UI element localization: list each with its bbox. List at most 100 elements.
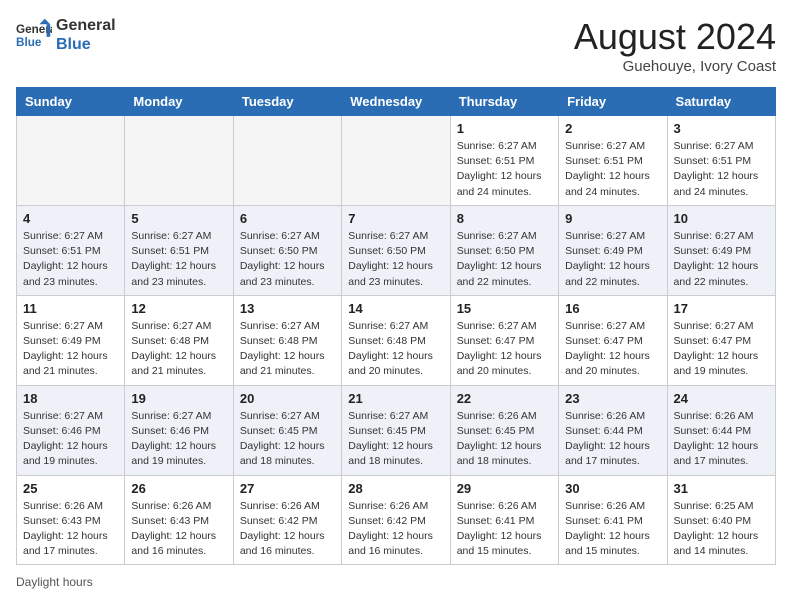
location: Guehouye, Ivory Coast: [574, 58, 776, 75]
calendar-cell: 21 Sunrise: 6:27 AMSunset: 6:45 PMDayligh…: [342, 385, 450, 475]
calendar-cell: 25Sunrise: 6:26 AMSunset: 6:43 PMDayligh…: [17, 475, 125, 565]
day-number: 23: [565, 391, 660, 406]
day-number: 12: [131, 301, 226, 316]
calendar-cell: 10 Sunrise: 6:27 AMSunset: 6:49 PMDayligh…: [667, 205, 775, 295]
calendar-cell: 27 Sunrise: 6:26 AMSunset: 6:42 PMDayligh…: [233, 475, 341, 565]
day-info: Sunrise: 6:27 AMSunset: 6:49 PMDaylight:…: [674, 229, 769, 290]
day-info: Sunrise: 6:27 AMSunset: 6:51 PMDaylight:…: [565, 139, 660, 200]
day-header-saturday: Saturday: [667, 88, 775, 116]
day-info: Sunrise: 6:26 AMSunset: 6:44 PMDaylight:…: [565, 409, 660, 470]
day-info: Sunrise: 6:25 AMSunset: 6:40 PMDaylight:…: [674, 499, 769, 560]
calendar-cell: 11Sunrise: 6:27 AMSunset: 6:49 PMDayligh…: [17, 295, 125, 385]
header: General Blue General Blue August 2024 Gu…: [16, 16, 776, 75]
day-number: 6: [240, 211, 335, 226]
calendar-cell: 16Sunrise: 6:27 AMSunset: 6:47 PMDayligh…: [559, 295, 667, 385]
day-header-thursday: Thursday: [450, 88, 558, 116]
day-info: Sunrise: 6:27 AMSunset: 6:50 PMDaylight:…: [348, 229, 443, 290]
day-info: Sunrise: 6:26 AMSunset: 6:41 PMDaylight:…: [565, 499, 660, 560]
day-info: Sunrise: 6:27 AMSunset: 6:49 PMDaylight:…: [565, 229, 660, 290]
day-number: 14: [348, 301, 443, 316]
day-info: Sunrise: 6:27 AMSunset: 6:45 PMDaylight:…: [348, 409, 443, 470]
day-info: Sunrise: 6:26 AMSunset: 6:44 PMDaylight:…: [674, 409, 769, 470]
day-info: Sunrise: 6:27 AMSunset: 6:50 PMDaylight:…: [240, 229, 335, 290]
calendar-cell: 17 Sunrise: 6:27 AMSunset: 6:47 PMDayligh…: [667, 295, 775, 385]
day-number: 4: [23, 211, 118, 226]
calendar-header-row: SundayMondayTuesdayWednesdayThursdayFrid…: [17, 88, 776, 116]
logo-icon: General Blue: [16, 17, 52, 53]
calendar-cell: 26Sunrise: 6:26 AMSunset: 6:43 PMDayligh…: [125, 475, 233, 565]
day-header-wednesday: Wednesday: [342, 88, 450, 116]
calendar-cell: 24Sunrise: 6:26 AMSunset: 6:44 PMDayligh…: [667, 385, 775, 475]
day-header-sunday: Sunday: [17, 88, 125, 116]
day-number: 19: [131, 391, 226, 406]
calendar: SundayMondayTuesdayWednesdayThursdayFrid…: [16, 87, 776, 565]
calendar-cell: 4 Sunrise: 6:27 AMSunset: 6:51 PMDaylight…: [17, 205, 125, 295]
logo-blue: Blue: [56, 35, 116, 54]
day-number: 5: [131, 211, 226, 226]
day-number: 1: [457, 121, 552, 136]
day-number: 2: [565, 121, 660, 136]
day-number: 31: [674, 481, 769, 496]
day-number: 3: [674, 121, 769, 136]
day-number: 22: [457, 391, 552, 406]
logo: General Blue General Blue: [16, 16, 116, 54]
day-number: 29: [457, 481, 552, 496]
day-number: 7: [348, 211, 443, 226]
day-info: Sunrise: 6:26 AMSunset: 6:43 PMDaylight:…: [131, 499, 226, 560]
day-info: Sunrise: 6:26 AMSunset: 6:42 PMDaylight:…: [348, 499, 443, 560]
day-info: Sunrise: 6:27 AMSunset: 6:47 PMDaylight:…: [674, 319, 769, 380]
calendar-cell: 28Sunrise: 6:26 AMSunset: 6:42 PMDayligh…: [342, 475, 450, 565]
calendar-cell: 1 Sunrise: 6:27 AMSunset: 6:51 PMDaylight…: [450, 116, 558, 206]
week-row-2: 4 Sunrise: 6:27 AMSunset: 6:51 PMDaylight…: [17, 205, 776, 295]
day-number: 27: [240, 481, 335, 496]
calendar-cell: 12 Sunrise: 6:27 AMSunset: 6:48 PMDayligh…: [125, 295, 233, 385]
calendar-cell: 2 Sunrise: 6:27 AMSunset: 6:51 PMDaylight…: [559, 116, 667, 206]
day-number: 15: [457, 301, 552, 316]
day-info: Sunrise: 6:27 AMSunset: 6:50 PMDaylight:…: [457, 229, 552, 290]
day-header-tuesday: Tuesday: [233, 88, 341, 116]
calendar-cell: 14 Sunrise: 6:27 AMSunset: 6:48 PMDayligh…: [342, 295, 450, 385]
calendar-cell: 23 Sunrise: 6:26 AMSunset: 6:44 PMDayligh…: [559, 385, 667, 475]
day-header-monday: Monday: [125, 88, 233, 116]
day-info: Sunrise: 6:26 AMSunset: 6:41 PMDaylight:…: [457, 499, 552, 560]
calendar-cell: 3 Sunrise: 6:27 AMSunset: 6:51 PMDaylight…: [667, 116, 775, 206]
day-info: Sunrise: 6:27 AMSunset: 6:47 PMDaylight:…: [457, 319, 552, 380]
calendar-cell: 18 Sunrise: 6:27 AMSunset: 6:46 PMDayligh…: [17, 385, 125, 475]
day-info: Sunrise: 6:26 AMSunset: 6:42 PMDaylight:…: [240, 499, 335, 560]
day-info: Sunrise: 6:26 AMSunset: 6:45 PMDaylight:…: [457, 409, 552, 470]
calendar-cell: 22 Sunrise: 6:26 AMSunset: 6:45 PMDayligh…: [450, 385, 558, 475]
calendar-cell: 29 Sunrise: 6:26 AMSunset: 6:41 PMDayligh…: [450, 475, 558, 565]
day-number: 21: [348, 391, 443, 406]
calendar-cell: 20 Sunrise: 6:27 AMSunset: 6:45 PMDayligh…: [233, 385, 341, 475]
day-info: Sunrise: 6:27 AMSunset: 6:48 PMDaylight:…: [348, 319, 443, 380]
calendar-cell: 31 Sunrise: 6:25 AMSunset: 6:40 PMDayligh…: [667, 475, 775, 565]
calendar-cell: [342, 116, 450, 206]
day-number: 20: [240, 391, 335, 406]
calendar-cell: 8Sunrise: 6:27 AMSunset: 6:50 PMDaylight…: [450, 205, 558, 295]
day-info: Sunrise: 6:27 AMSunset: 6:45 PMDaylight:…: [240, 409, 335, 470]
day-info: Sunrise: 6:27 AMSunset: 6:51 PMDaylight:…: [23, 229, 118, 290]
day-number: 17: [674, 301, 769, 316]
calendar-cell: 5 Sunrise: 6:27 AMSunset: 6:51 PMDaylight…: [125, 205, 233, 295]
footer: Daylight hours: [16, 575, 776, 589]
daylight-hours-label: Daylight hours: [16, 575, 93, 589]
calendar-cell: 7 Sunrise: 6:27 AMSunset: 6:50 PMDaylight…: [342, 205, 450, 295]
day-info: Sunrise: 6:27 AMSunset: 6:49 PMDaylight:…: [23, 319, 118, 380]
week-row-4: 18 Sunrise: 6:27 AMSunset: 6:46 PMDayligh…: [17, 385, 776, 475]
day-info: Sunrise: 6:27 AMSunset: 6:46 PMDaylight:…: [23, 409, 118, 470]
day-number: 10: [674, 211, 769, 226]
calendar-cell: 6 Sunrise: 6:27 AMSunset: 6:50 PMDaylight…: [233, 205, 341, 295]
calendar-cell: [233, 116, 341, 206]
calendar-cell: 9Sunrise: 6:27 AMSunset: 6:49 PMDaylight…: [559, 205, 667, 295]
day-info: Sunrise: 6:27 AMSunset: 6:48 PMDaylight:…: [240, 319, 335, 380]
calendar-cell: [125, 116, 233, 206]
day-info: Sunrise: 6:27 AMSunset: 6:51 PMDaylight:…: [131, 229, 226, 290]
day-number: 30: [565, 481, 660, 496]
day-info: Sunrise: 6:27 AMSunset: 6:48 PMDaylight:…: [131, 319, 226, 380]
day-info: Sunrise: 6:27 AMSunset: 6:51 PMDaylight:…: [674, 139, 769, 200]
day-info: Sunrise: 6:27 AMSunset: 6:51 PMDaylight:…: [457, 139, 552, 200]
day-number: 18: [23, 391, 118, 406]
calendar-cell: 13Sunrise: 6:27 AMSunset: 6:48 PMDayligh…: [233, 295, 341, 385]
title-area: August 2024 Guehouye, Ivory Coast: [574, 16, 776, 75]
day-number: 25: [23, 481, 118, 496]
